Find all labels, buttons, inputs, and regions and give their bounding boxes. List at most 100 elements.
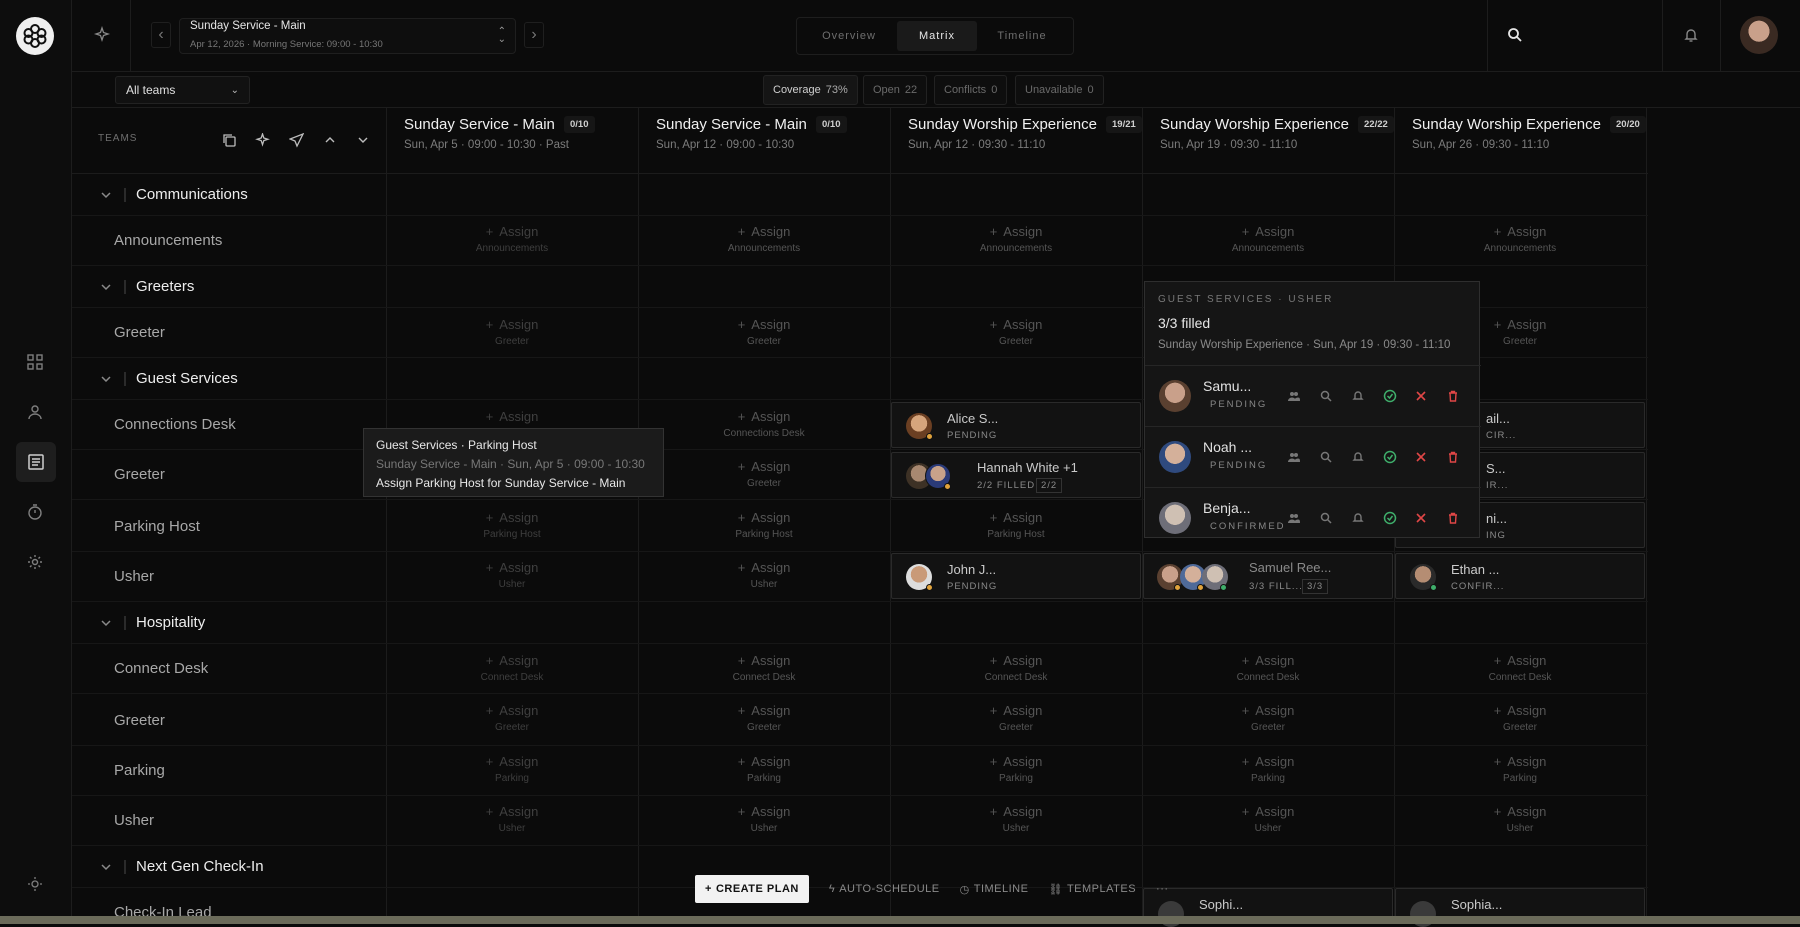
timeline-button[interactable]: ◷ TIMELINE <box>960 883 1029 896</box>
decline-x-icon[interactable] <box>1413 388 1429 404</box>
assignment-card[interactable]: Samuel Ree... 3/3 FILL... 3/3 <box>1143 553 1393 599</box>
search-icon[interactable] <box>1318 510 1334 526</box>
assignment-card[interactable]: Hannah White +1 2/2 FILLED 2/2 <box>891 452 1141 498</box>
assign-cell[interactable]: + Assign Greeter <box>890 317 1142 347</box>
assign-cell[interactable]: + Assign Announcements <box>890 224 1142 254</box>
expand-down-icon[interactable] <box>353 130 373 150</box>
assign-cell[interactable]: + Assign Usher <box>890 804 1142 834</box>
assign-cell[interactable]: + Assign Connect Desk <box>1142 653 1394 683</box>
dashboard-icon[interactable] <box>21 348 49 376</box>
chevron-down-icon[interactable] <box>100 617 112 629</box>
collapse-up-icon[interactable] <box>320 130 340 150</box>
user-avatar[interactable] <box>1740 16 1778 54</box>
trash-icon[interactable] <box>1445 449 1461 465</box>
schedule-icon[interactable] <box>16 442 56 482</box>
search-icon[interactable] <box>1507 27 1523 43</box>
ai-sparkle-icon[interactable] <box>93 26 111 44</box>
assign-cell[interactable]: + Assign Greeter <box>386 317 638 347</box>
plan-selector[interactable]: Sunday Service - Main Apr 12, 2026 · Mor… <box>179 18 516 54</box>
chevron-down-icon[interactable] <box>100 373 112 385</box>
trash-icon[interactable] <box>1445 388 1461 404</box>
assign-cell[interactable]: + Assign Usher <box>638 804 890 834</box>
assign-cell[interactable]: + Assign Connect Desk <box>890 653 1142 683</box>
assign-cell[interactable]: + AssignConnections Desk <box>638 409 890 439</box>
chevron-down-icon[interactable] <box>100 861 112 873</box>
assign-cell[interactable]: + Assign Connect Desk <box>1394 653 1646 683</box>
team-filter-select[interactable]: All teams ⌄ <box>115 76 250 104</box>
settings-icon[interactable] <box>21 548 49 576</box>
search-icon[interactable] <box>1318 449 1334 465</box>
app-logo-icon[interactable] <box>16 17 54 55</box>
timer-icon[interactable] <box>21 498 49 526</box>
assign-cell[interactable]: + Assign Usher <box>638 560 890 590</box>
assign-cell[interactable]: + Assign Usher <box>386 804 638 834</box>
assign-cell[interactable]: + Assign Announcements <box>386 224 638 254</box>
tab-timeline[interactable]: Timeline <box>977 21 1067 51</box>
tab-matrix[interactable]: Matrix <box>897 21 977 51</box>
assign-cell[interactable]: + Assign Greeter <box>638 317 890 347</box>
confirm-check-icon[interactable] <box>1382 510 1398 526</box>
theme-toggle-icon[interactable] <box>21 870 49 898</box>
ai-sparkle-icon[interactable] <box>252 130 272 150</box>
unavailable-chip[interactable]: Unavailable 0 <box>1015 75 1104 105</box>
group-row-communications[interactable]: Communications <box>72 174 1648 216</box>
assign-cell[interactable]: + Assign Announcements <box>1142 224 1394 254</box>
search-icon[interactable] <box>1318 388 1334 404</box>
assignment-card[interactable]: Ethan ... CONFIR... <box>1395 553 1645 599</box>
assign-cell[interactable]: + Assign Parking <box>1142 754 1394 784</box>
assign-cell[interactable]: + Assign Greeter <box>1394 703 1646 733</box>
assign-cell[interactable]: + Assign Parking Host <box>638 510 890 540</box>
bell-icon[interactable] <box>1350 449 1366 465</box>
tab-overview[interactable]: Overview <box>801 21 897 51</box>
assign-cell[interactable]: + Assign Greeter <box>890 703 1142 733</box>
assign-cell[interactable]: + Assign Greeter <box>638 703 890 733</box>
popover-person-row[interactable]: Samu... PENDING <box>1145 365 1481 425</box>
popover-person-row[interactable]: Benja... CONFIRMED <box>1145 487 1481 547</box>
group-row-hospitality[interactable]: Hospitality <box>72 602 1648 644</box>
column-header[interactable]: Sunday Service - Main Sun, Apr 5 · 09:00 … <box>388 108 640 174</box>
coverage-chip[interactable]: Coverage 73% <box>763 75 858 105</box>
assignment-card[interactable]: Alice S... PENDING <box>891 402 1141 448</box>
column-header[interactable]: Sunday Service - Main Sun, Apr 12 · 09:00… <box>640 108 892 174</box>
confirm-check-icon[interactable] <box>1382 388 1398 404</box>
assign-cell[interactable]: + Assign Connect Desk <box>638 653 890 683</box>
bell-icon[interactable] <box>1683 27 1699 43</box>
decline-x-icon[interactable] <box>1413 449 1429 465</box>
prev-plan-button[interactable]: ‹ <box>151 22 171 48</box>
bell-icon[interactable] <box>1350 510 1366 526</box>
copy-icon[interactable] <box>219 130 239 150</box>
people-icon[interactable] <box>21 398 49 426</box>
confirm-check-icon[interactable] <box>1382 449 1398 465</box>
more-options-button[interactable]: ··· <box>1156 883 1169 895</box>
assign-cell[interactable]: + Assign Greeter <box>638 459 890 489</box>
swap-people-icon[interactable] <box>1286 388 1302 404</box>
assign-cell[interactable]: + Assign Parking Host <box>890 510 1142 540</box>
auto-schedule-button[interactable]: ϟ AUTO-SCHEDULE <box>829 883 940 895</box>
assign-cell[interactable]: + Assign Greeter <box>1142 703 1394 733</box>
assign-cell[interactable]: + Assign Usher <box>1142 804 1394 834</box>
open-chip[interactable]: Open 22 <box>863 75 928 105</box>
trash-icon[interactable] <box>1445 510 1461 526</box>
assign-cell[interactable]: + Assign Parking <box>638 754 890 784</box>
popover-person-row[interactable]: Noah ... PENDING <box>1145 426 1481 486</box>
create-plan-button[interactable]: + CREATE PLAN <box>695 875 809 903</box>
assign-cell[interactable]: + Assign Usher <box>386 560 638 590</box>
assign-cell[interactable]: + Assign Greeter <box>386 703 638 733</box>
assign-cell[interactable]: + Assign Parking Host <box>386 510 638 540</box>
assign-cell[interactable]: + Assign Parking <box>890 754 1142 784</box>
next-plan-button[interactable]: › <box>524 22 544 48</box>
conflicts-chip[interactable]: Conflicts 0 <box>934 75 1008 105</box>
chevron-down-icon[interactable] <box>100 189 112 201</box>
column-header[interactable]: Sunday Worship Experience Sun, Apr 19 · 0… <box>1144 108 1396 174</box>
assign-cell[interactable]: + Assign Connect Desk <box>386 653 638 683</box>
chevron-down-icon[interactable] <box>100 281 112 293</box>
assign-cell[interactable]: + Assign Parking <box>1394 754 1646 784</box>
column-header[interactable]: Sunday Worship Experience Sun, Apr 26 · 0… <box>1396 108 1648 174</box>
bell-icon[interactable] <box>1350 388 1366 404</box>
assign-cell[interactable]: + Assign Usher <box>1394 804 1646 834</box>
swap-people-icon[interactable] <box>1286 510 1302 526</box>
assign-cell[interactable]: + Assign Parking <box>386 754 638 784</box>
swap-people-icon[interactable] <box>1286 449 1302 465</box>
assignment-card[interactable]: John J... PENDING <box>891 553 1141 599</box>
assign-cell[interactable]: + Assign Announcements <box>1394 224 1646 254</box>
